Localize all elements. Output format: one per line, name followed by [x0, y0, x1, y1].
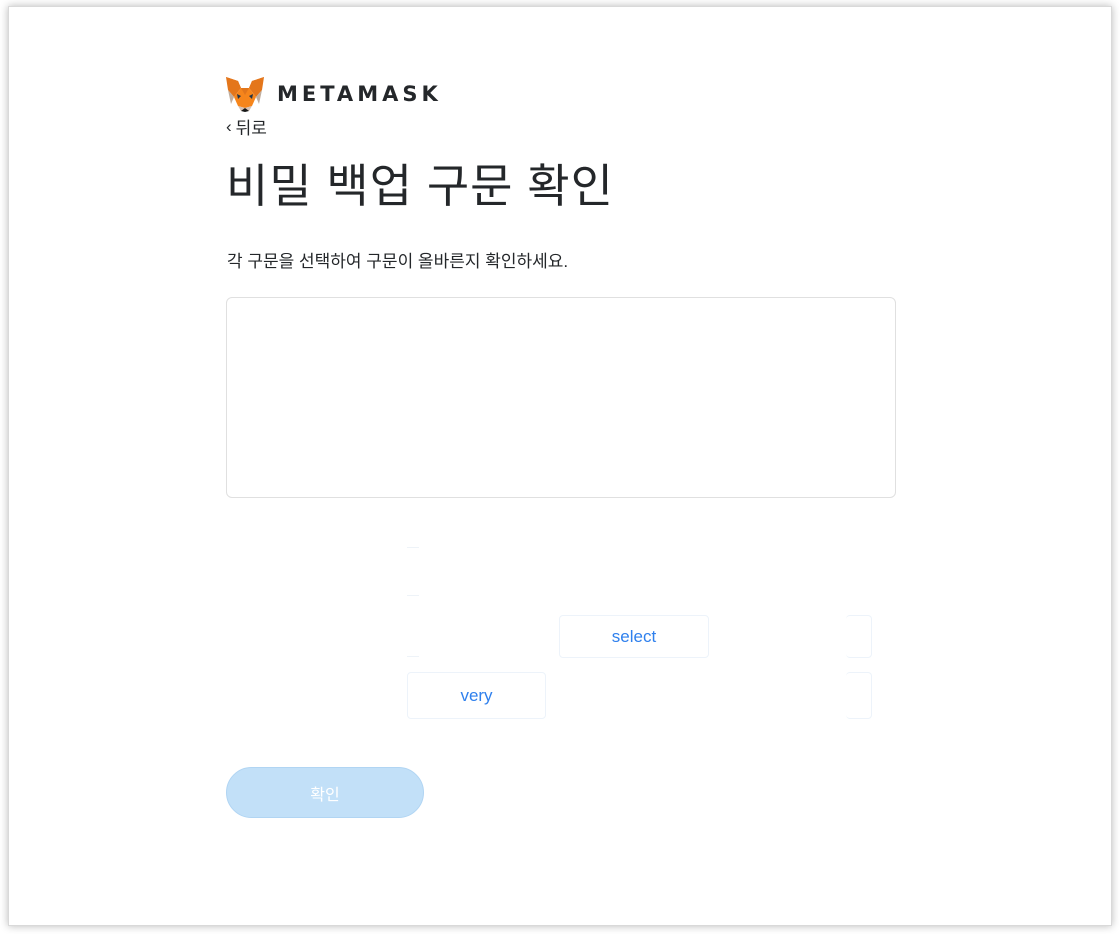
confirm-button[interactable]: 확인 [226, 767, 424, 818]
word-chip-select[interactable]: select [559, 615, 709, 658]
page-subtitle: 각 구문을 선택하여 구문이 올바른지 확인하세요. [227, 252, 569, 271]
brand-wordmark: METAMASK [277, 82, 442, 106]
word-chip-blank[interactable] [846, 672, 872, 719]
chip-edge-fragment [407, 656, 419, 657]
chevron-left-icon: ‹ [226, 116, 232, 136]
page-title: 비밀 백업 구문 확인 [226, 160, 614, 212]
word-chip-very[interactable]: very [407, 672, 546, 719]
back-link[interactable]: ‹ 뒤로 [226, 114, 267, 139]
back-label: 뒤로 [235, 119, 267, 138]
selected-phrase-area[interactable] [226, 297, 896, 498]
word-chip-blank[interactable] [846, 615, 872, 658]
metamask-fox-icon [226, 77, 264, 112]
chip-edge-fragment [407, 547, 419, 548]
chip-edge-fragment [407, 595, 419, 596]
metamask-logo: METAMASK [225, 76, 442, 112]
